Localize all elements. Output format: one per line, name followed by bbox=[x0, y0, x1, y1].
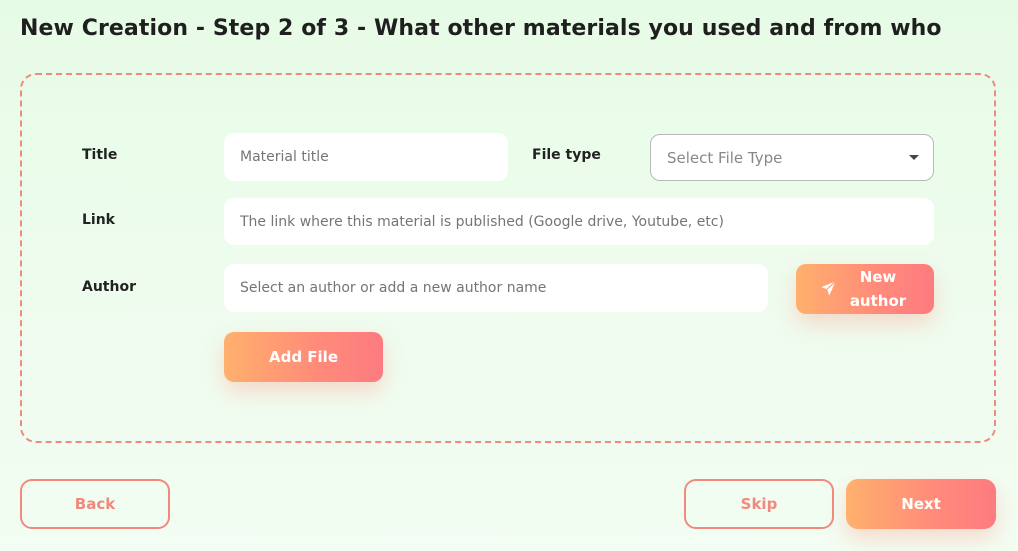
title-label: Title bbox=[82, 147, 118, 163]
file-type-select[interactable]: Select File Type bbox=[650, 134, 934, 181]
next-button[interactable]: Next bbox=[846, 479, 996, 529]
add-file-button[interactable]: Add File bbox=[224, 332, 383, 382]
caret-down-icon bbox=[909, 155, 919, 160]
material-title-input[interactable] bbox=[224, 133, 508, 181]
new-author-button-label: New author bbox=[850, 265, 906, 313]
new-author-line-2: author bbox=[849, 292, 907, 310]
author-input[interactable] bbox=[224, 264, 768, 312]
link-label: Link bbox=[82, 212, 115, 228]
page-title: New Creation - Step 2 of 3 - What other … bbox=[20, 16, 942, 41]
send-icon bbox=[821, 280, 836, 296]
back-button[interactable]: Back bbox=[20, 479, 170, 529]
page: New Creation - Step 2 of 3 - What other … bbox=[0, 0, 1018, 551]
material-link-input[interactable] bbox=[224, 198, 934, 245]
author-label: Author bbox=[82, 279, 136, 295]
file-type-select-value: Select File Type bbox=[667, 148, 783, 167]
material-form bbox=[20, 73, 996, 443]
skip-button[interactable]: Skip bbox=[684, 479, 834, 529]
new-author-line-1: New bbox=[859, 268, 897, 286]
new-author-button[interactable]: New author bbox=[796, 264, 934, 314]
file-type-label: File type bbox=[532, 147, 601, 163]
